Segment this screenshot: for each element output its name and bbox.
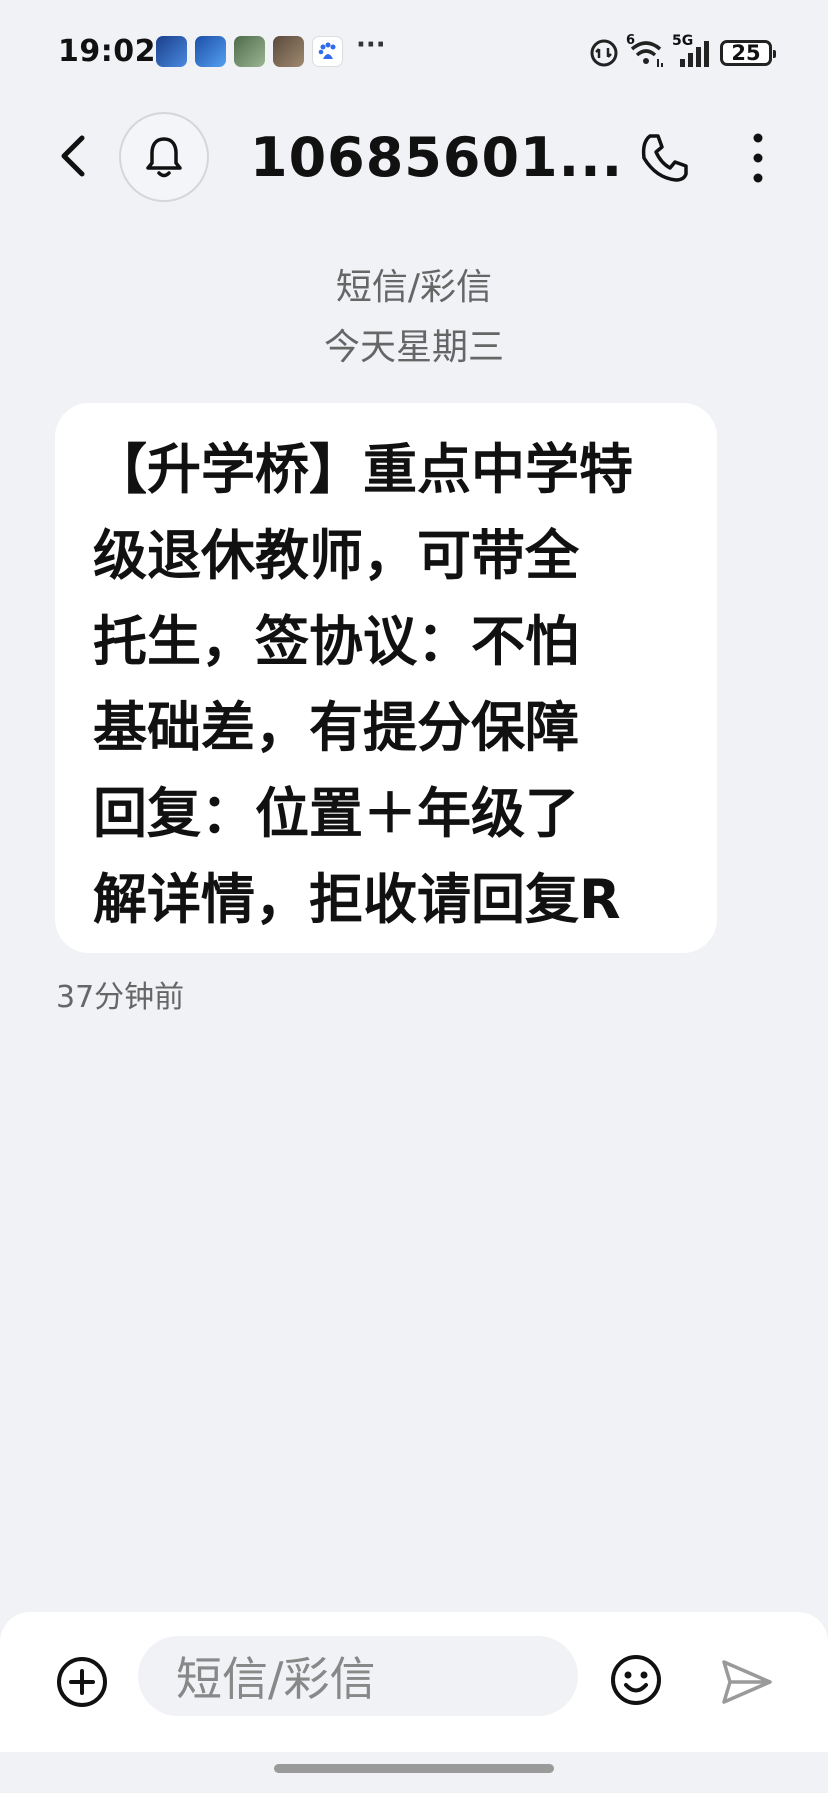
plus-circle-icon [57,1657,107,1707]
bell-icon [146,137,182,178]
notification-icons [156,36,343,67]
compose-bar: 短信/彩信 [0,1612,828,1752]
smiley-icon [611,1655,661,1705]
status-time: 19:02 [58,34,156,69]
contact-name: 10685601... [250,126,624,189]
call-button[interactable] [634,128,694,188]
app-notification-icon [273,36,304,67]
app-notification-icon [156,36,187,67]
send-button[interactable] [716,1652,776,1712]
emoji-button[interactable] [606,1650,666,1710]
battery-indicator: 25 [720,40,776,66]
message-bubble[interactable]: 【升学桥】重点中学特 级退休教师，可带全 托生，签协议：不怕 基础差，有提分保障… [55,403,717,953]
cellular-signal-icon: 5G [672,33,714,69]
conversation-date-label: 今天星期三 [323,327,504,368]
chevron-left-icon [61,135,85,177]
network-type-label: 5G [672,33,694,49]
message-input[interactable]: 短信/彩信 [138,1636,578,1716]
data-saver-icon [590,39,618,67]
message-text: 【升学桥】重点中学特 级退休教师，可带全 托生，签协议：不怕 基础差，有提分保障… [93,438,633,931]
send-icon [722,1660,772,1704]
system-status-icons: 6 5G 25 [588,33,776,70]
phone-icon [641,134,688,182]
wifi-icon: 6 [626,33,666,69]
back-button[interactable] [50,126,98,186]
app-notification-icon [195,36,226,67]
add-attachment-button[interactable] [52,1652,112,1712]
message-timestamp: 37分钟前 [56,980,185,1015]
home-indicator[interactable] [274,1764,554,1773]
more-vertical-icon [753,133,763,183]
more-notifications-indicator: ··· [356,30,386,60]
notification-bell-button[interactable] [119,112,209,202]
more-options-button[interactable] [738,128,778,188]
baidu-icon [312,36,343,67]
wifi-badge: 6 [626,33,636,48]
app-notification-icon [234,36,265,67]
conversation-type-label: 短信/彩信 [335,267,493,308]
status-bar: 19:02 ··· 6 5G 25 [0,0,828,104]
conversation-header: 10685601... [0,104,828,208]
